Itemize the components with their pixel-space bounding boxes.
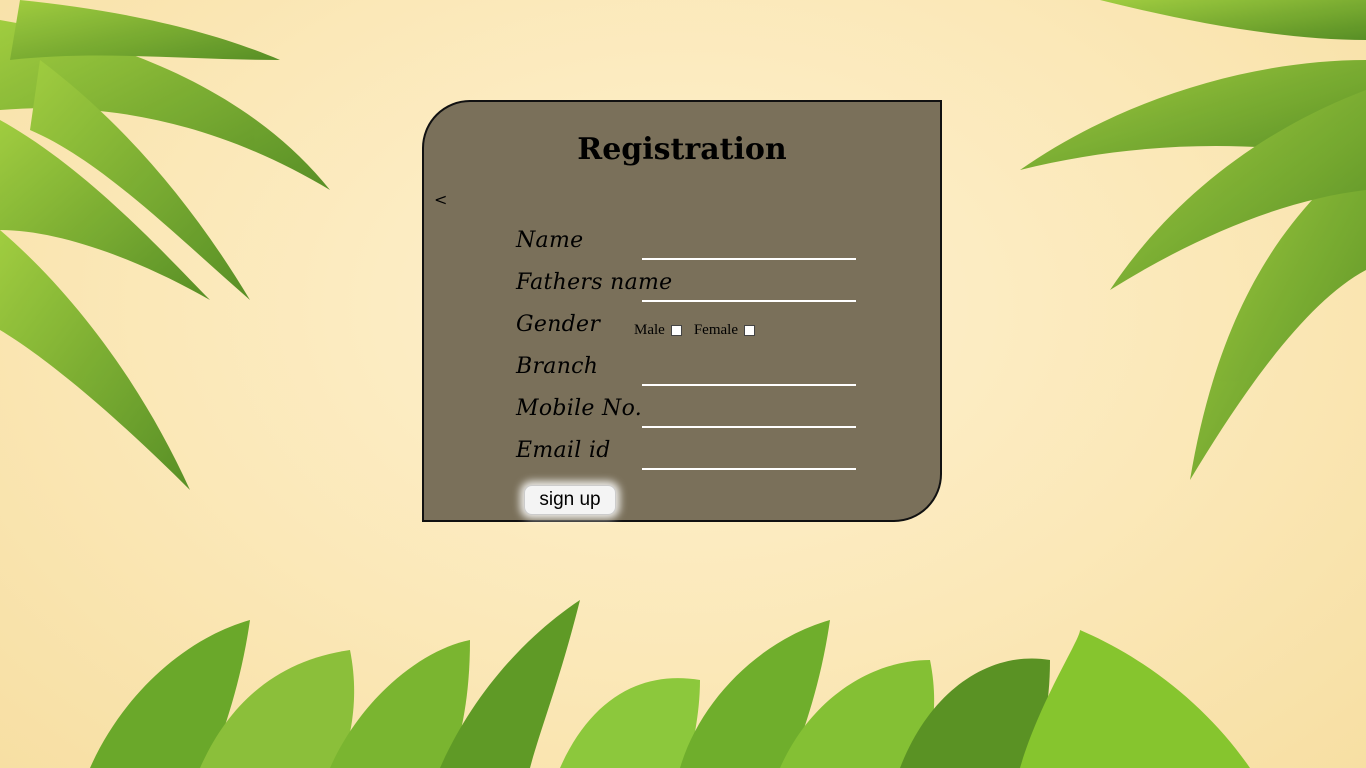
gender-options: Male Female bbox=[634, 322, 761, 339]
palm-leaf-top-right bbox=[1020, 0, 1366, 480]
branch-field[interactable] bbox=[642, 356, 856, 386]
gender-male-checkbox[interactable] bbox=[670, 325, 682, 336]
name-field[interactable] bbox=[642, 230, 856, 260]
name-label: Name bbox=[516, 228, 584, 253]
gender-label: Gender bbox=[516, 312, 601, 337]
mobile-field[interactable] bbox=[642, 398, 856, 428]
gender-row: Gender Male Female bbox=[516, 308, 876, 342]
branch-row: Branch bbox=[516, 350, 876, 386]
gender-female-checkbox[interactable] bbox=[743, 325, 755, 336]
gender-male-label: Male bbox=[634, 322, 665, 338]
fathers-name-row: Fathers name bbox=[516, 266, 876, 302]
email-label: Email id bbox=[516, 438, 611, 463]
bottom-leaves bbox=[90, 600, 1250, 768]
registration-card: Registration < Name Fathers name Gender … bbox=[422, 100, 942, 522]
email-row: Email id bbox=[516, 434, 876, 470]
mobile-label: Mobile No. bbox=[516, 396, 643, 421]
name-row: Name bbox=[516, 224, 876, 260]
page-title: Registration bbox=[577, 132, 787, 167]
back-link[interactable]: < bbox=[434, 190, 447, 209]
branch-label: Branch bbox=[516, 354, 599, 379]
palm-leaf-top-left bbox=[0, 0, 330, 490]
email-field[interactable] bbox=[642, 440, 856, 470]
fathers-name-field[interactable] bbox=[642, 272, 856, 302]
sign-up-button[interactable]: sign up bbox=[524, 485, 616, 515]
gender-female-label: Female bbox=[693, 322, 738, 338]
mobile-row: Mobile No. bbox=[516, 392, 876, 428]
